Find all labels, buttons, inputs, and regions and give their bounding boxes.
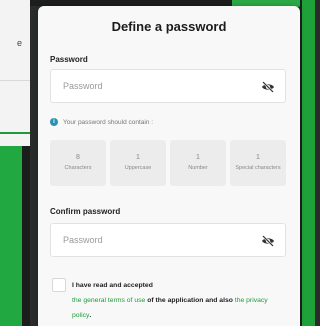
consent-text-3: .	[89, 312, 92, 319]
consent-text-1: I have read and accepted	[72, 282, 153, 289]
background-divider	[0, 80, 30, 81]
consent-text: I have read and accepted the general ter…	[72, 278, 286, 323]
background-partial-text: e	[16, 38, 22, 48]
requirement-count: 1	[136, 154, 140, 161]
info-icon: i	[50, 118, 58, 126]
background-right-green	[302, 0, 315, 326]
requirement-characters: 8 Characters	[50, 140, 106, 186]
requirement-label: Uppercase	[124, 165, 152, 171]
modal-title: Define a password	[111, 19, 227, 34]
confirm-password-field[interactable]	[50, 223, 286, 257]
password-requirements: 8 Characters 1 Uppercase 1 Number 1 Spec…	[50, 140, 286, 186]
define-password-modal: Define a password Password i Your passwo…	[38, 6, 300, 326]
accept-terms-checkbox[interactable]	[52, 278, 66, 292]
requirement-number: 1 Number	[170, 140, 226, 186]
password-field[interactable]	[50, 69, 286, 103]
requirement-label: Characters	[64, 165, 92, 171]
confirm-password-label: Confirm password	[50, 207, 121, 216]
consent-text-2: of the application and also	[147, 297, 233, 304]
background-green-panel	[0, 146, 22, 326]
password-label: Password	[50, 55, 88, 64]
eye-slash-icon[interactable]	[261, 80, 275, 93]
confirm-password-input[interactable]	[63, 233, 243, 247]
requirement-uppercase: 1 Uppercase	[110, 140, 166, 186]
requirement-count: 8	[76, 154, 80, 161]
password-hint: i Your password should contain :	[50, 117, 153, 127]
eye-slash-icon[interactable]	[261, 234, 275, 247]
screen: e Define a password Password i Your pass…	[0, 0, 315, 326]
requirement-label: Number	[188, 165, 208, 171]
requirement-label: Special characters	[235, 165, 281, 171]
hint-text: Your password should contain :	[63, 118, 154, 126]
background-accent-line	[0, 132, 30, 134]
background-dark-strip	[22, 146, 30, 326]
requirement-count: 1	[196, 154, 200, 161]
password-input[interactable]	[63, 79, 243, 93]
requirement-special: 1 Special characters	[230, 140, 286, 186]
terms-of-use-link[interactable]: the general terms of use	[72, 297, 145, 304]
requirement-count: 1	[256, 154, 260, 161]
